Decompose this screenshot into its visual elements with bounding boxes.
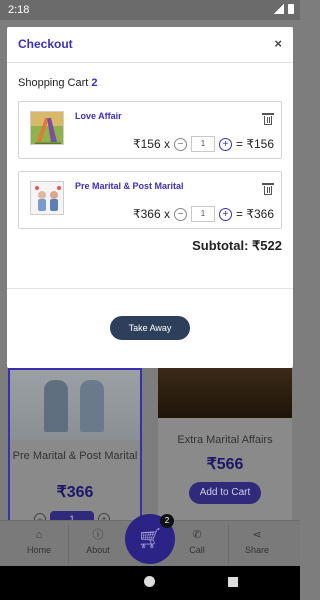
status-time: 2:18 [8, 4, 30, 16]
checkout-dialog: Checkout × Shopping Cart 2 Love Affair ₹1… [7, 27, 293, 368]
cart-count: 2 [91, 77, 98, 89]
phone-icon: ✆ [192, 529, 202, 541]
nav-home[interactable]: ⌂ Home [9, 521, 69, 567]
nav-about[interactable]: ⓘ About [68, 521, 128, 567]
product-image [10, 370, 140, 440]
subtotal: Subtotal: ₹522 [192, 238, 282, 253]
home-icon: ⌂ [35, 529, 43, 541]
plus-icon[interactable]: + [219, 137, 232, 151]
take-away-button[interactable]: Take Away [110, 316, 190, 340]
add-to-cart-button[interactable]: Add to Cart [189, 482, 261, 504]
signal-icon [274, 4, 284, 14]
item-unit-price: ₹156 x [133, 137, 170, 151]
nav-label: Call [189, 545, 205, 555]
nav-label: About [86, 545, 110, 555]
product-name: Extra Marital Affairs [177, 434, 273, 446]
item-thumbnail [30, 181, 64, 215]
product-image [158, 368, 292, 418]
info-icon: ⓘ [92, 529, 104, 541]
delete-icon[interactable] [262, 113, 274, 125]
cart-item: Pre Marital & Post Marital ₹366 x − 1 + … [18, 171, 282, 229]
cart-heading: Shopping Cart 2 [18, 77, 97, 89]
cart-icon: 🛒︎ [137, 528, 163, 550]
item-name: Pre Marital & Post Marital [75, 181, 184, 191]
recents-button-icon[interactable] [228, 577, 238, 587]
battery-icon [288, 4, 294, 14]
product-price: ₹566 [206, 456, 244, 473]
product-price: ₹366 [56, 484, 94, 501]
nav-share[interactable]: ⋖ Share [227, 521, 287, 567]
nav-call[interactable]: ✆ Call [167, 521, 227, 567]
item-total: = ₹156 [236, 137, 274, 151]
item-total: = ₹366 [236, 207, 274, 221]
divider [7, 288, 293, 289]
item-name: Love Affair [75, 111, 122, 121]
quantity-input[interactable]: 1 [191, 136, 215, 152]
dialog-header: Checkout × [7, 27, 293, 63]
item-quantity-row: ₹156 x − 1 + = ₹156 [133, 136, 274, 152]
plus-icon[interactable]: + [219, 207, 232, 221]
dialog-title: Checkout [18, 37, 73, 51]
cart-heading-label: Shopping Cart [18, 77, 89, 89]
minus-icon[interactable]: − [174, 137, 187, 151]
item-unit-price: ₹366 x [133, 207, 170, 221]
close-icon[interactable]: × [274, 36, 282, 51]
share-icon: ⋖ [252, 529, 262, 541]
nav-label: Home [26, 545, 51, 555]
quantity-input[interactable]: 1 [191, 206, 215, 222]
delete-icon[interactable] [262, 183, 274, 195]
status-icons [274, 4, 294, 14]
item-thumbnail [30, 111, 64, 145]
product-card[interactable]: Pre Marital & Post Marital ₹366 − 1 + [8, 368, 142, 528]
status-bar: 2:18 [0, 0, 300, 20]
home-button-icon[interactable] [144, 576, 155, 587]
item-quantity-row: ₹366 x − 1 + = ₹366 [133, 206, 274, 222]
nav-label: Share [244, 545, 270, 555]
cart-count-badge: 2 [160, 514, 174, 528]
cart-item: Love Affair ₹156 x − 1 + = ₹156 [18, 101, 282, 159]
product-card[interactable]: Extra Marital Affairs ₹566 Add to Cart [158, 368, 292, 528]
system-navigation-bar [0, 566, 300, 600]
minus-icon[interactable]: − [174, 207, 187, 221]
product-name: Pre Marital & Post Marital [12, 450, 138, 462]
